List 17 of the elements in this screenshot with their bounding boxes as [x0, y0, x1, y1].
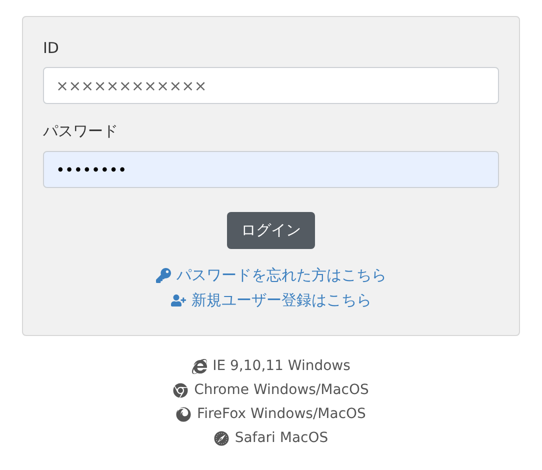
key-icon — [156, 268, 170, 283]
browser-support-text: Chrome Windows/MacOS — [194, 381, 369, 400]
compass-icon — [214, 430, 229, 446]
id-label: ID — [43, 39, 60, 57]
round-browser-logo-icon — [173, 382, 188, 398]
password-label: パスワード — [43, 122, 119, 141]
round-browser-logo-icon — [176, 406, 192, 422]
login-button[interactable]: ログイン — [227, 212, 315, 249]
text-link[interactable]: パスワードを忘れた方はこちら — [156, 263, 386, 288]
text-link[interactable]: 新規ユーザー登録はこちら — [170, 288, 372, 313]
add-user-icon — [170, 293, 186, 308]
id-field[interactable]: ×××××××××××× — [43, 67, 499, 104]
password-field[interactable]: •••••••• — [43, 151, 499, 188]
browser-support-text: IE 9,10,11 Windows — [212, 357, 350, 376]
letter-e-logo-icon — [192, 358, 207, 374]
browser-support-text: Safari MacOS — [234, 429, 328, 448]
browser-support-text: FireFox Windows/MacOS — [197, 405, 366, 424]
